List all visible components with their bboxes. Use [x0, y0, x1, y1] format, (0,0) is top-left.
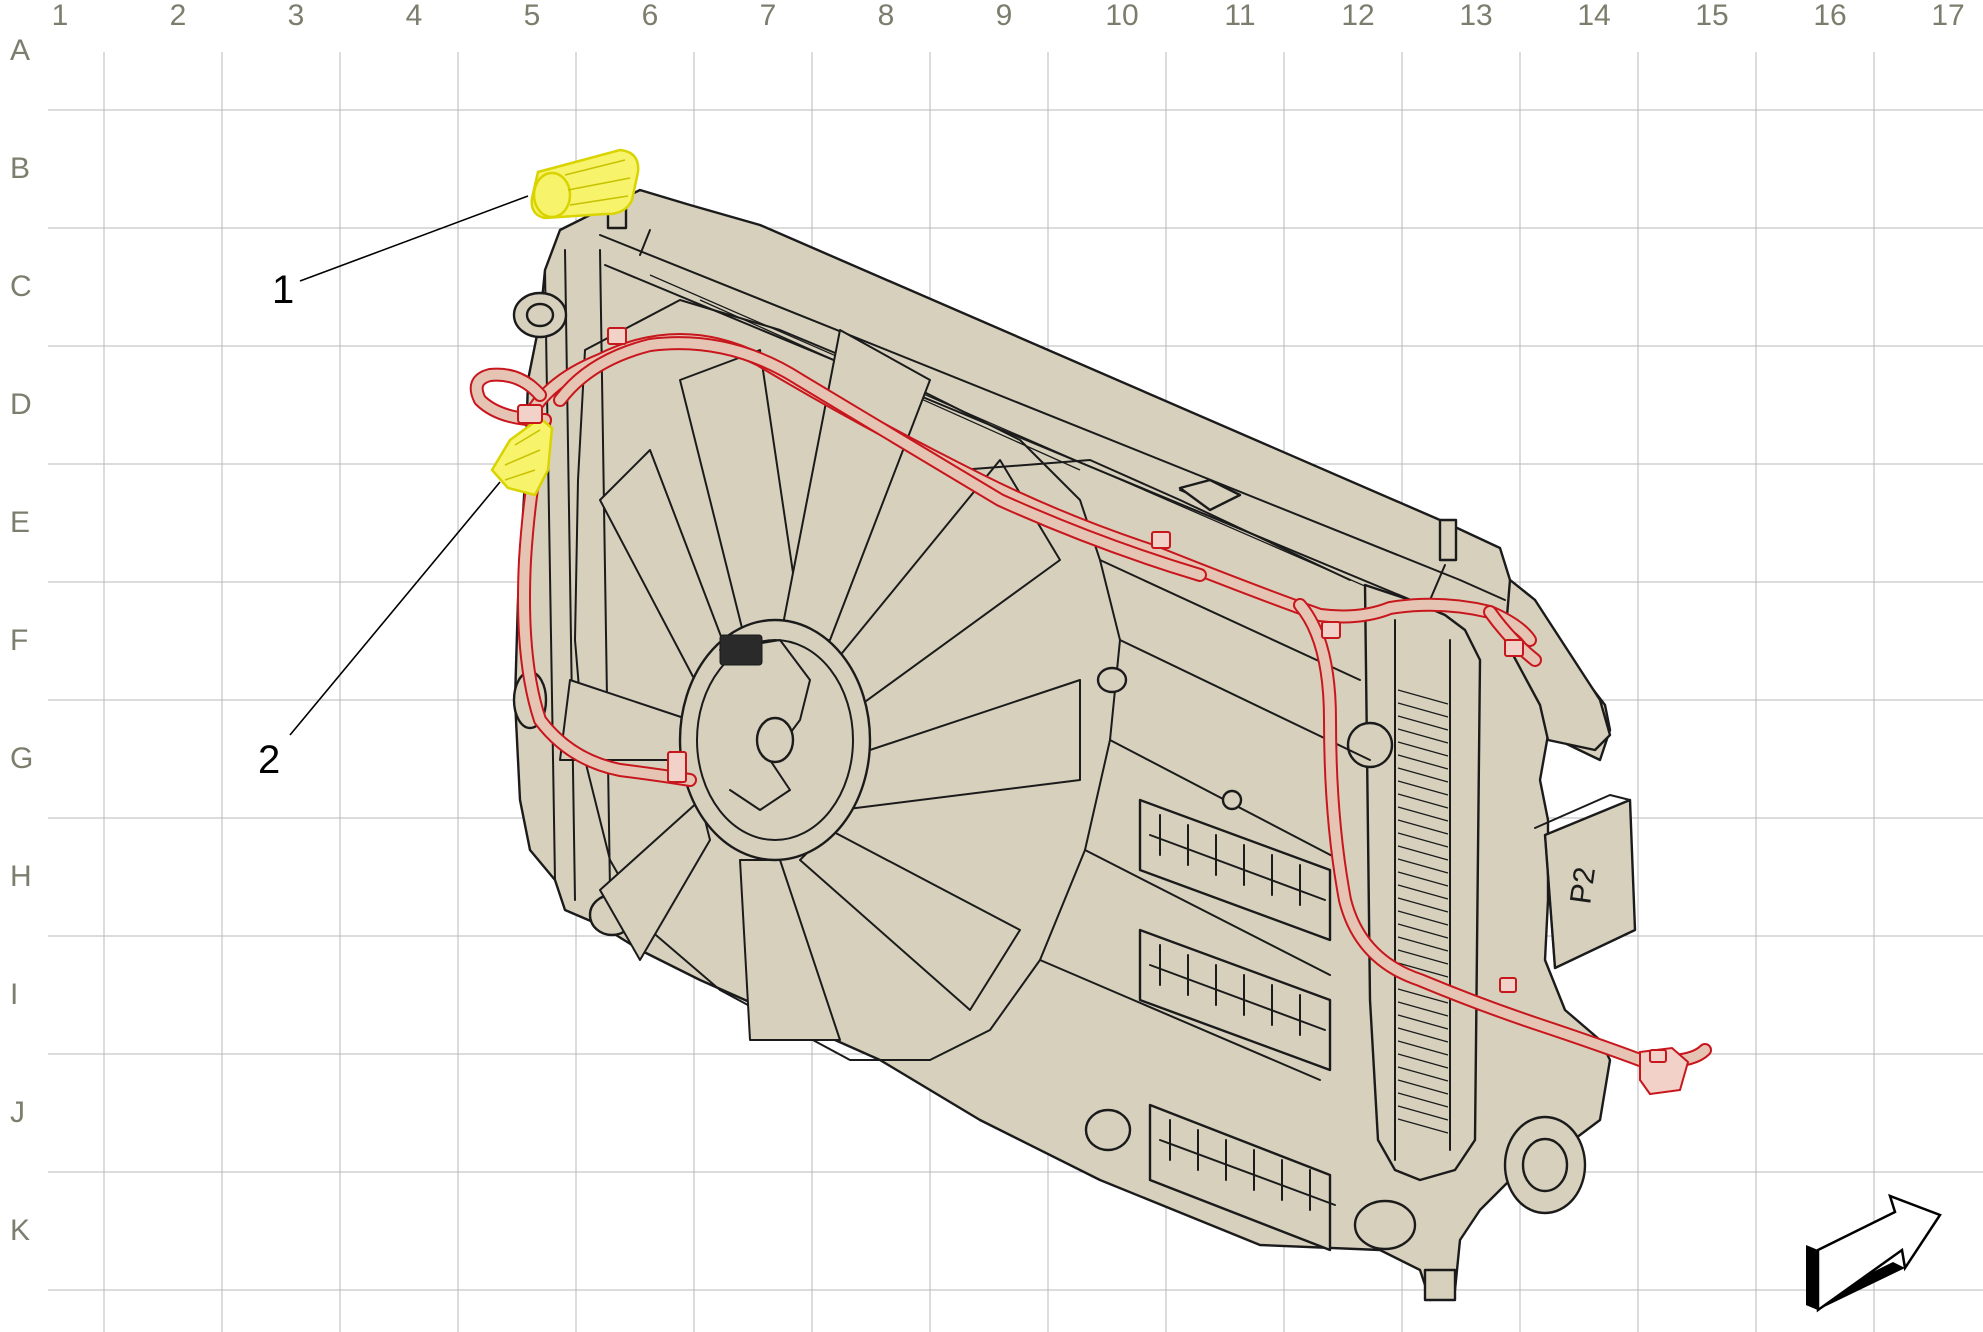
grid-column-label: 11	[1224, 0, 1255, 32]
harness-clip	[1151, 531, 1171, 549]
grid-column-label: 8	[878, 0, 895, 32]
grid-row-label: C	[10, 270, 32, 303]
grid-column-label: 7	[760, 0, 777, 32]
bottom-pin	[1423, 1268, 1457, 1302]
grid-column-labels: 1 2 3 4 5 6 7 8 9 10 11 12 13 14 15 16 17	[52, 0, 1965, 32]
grid-column-label: 9	[996, 0, 1013, 32]
grid-column-label: 6	[642, 0, 659, 32]
grid-column-label: 16	[1813, 0, 1846, 32]
grid-row-label: B	[10, 152, 30, 185]
grid-column-label: 15	[1695, 0, 1728, 32]
radiator-fan-harness-diagram: 1234567891011121314151617 ABCDEFGHIJKL P…	[10, 0, 1983, 1332]
grid-row-label: F	[10, 624, 28, 657]
grid-row-label: D	[10, 388, 32, 421]
harness-clip	[667, 751, 687, 783]
grid-row-labels: ABCDEFGHIJKL	[10, 34, 33, 1247]
harness-clip	[607, 327, 627, 345]
grid-row-label: H	[10, 860, 32, 893]
grid-row-label: K	[10, 1214, 30, 1247]
grid-column-label: 14	[1577, 0, 1610, 32]
grid-column-label: 2	[170, 0, 187, 32]
right-post	[1438, 518, 1458, 562]
grid-column-label: 13	[1459, 0, 1492, 32]
p2-module-label: P2	[1564, 865, 1602, 906]
callout-2-label: 2	[258, 738, 280, 782]
grid-column-label: 17	[1931, 0, 1964, 32]
view-direction-arrow	[1806, 1193, 1942, 1313]
component-1-connector	[530, 148, 640, 220]
callout-1-label: 1	[272, 268, 294, 312]
callout-2-leader	[289, 481, 501, 736]
grid-row-label: G	[10, 742, 33, 775]
grid-column-label: 12	[1341, 0, 1374, 32]
grid-column-label: 4	[406, 0, 423, 32]
lower-pipe	[1353, 1199, 1417, 1251]
callout-1-leader	[299, 195, 529, 282]
grid-row-label: I	[10, 978, 18, 1011]
grid-column-label: 5	[524, 0, 541, 32]
grid-row-label: J	[10, 1096, 25, 1129]
grid-row-label: A	[10, 34, 30, 67]
callout-2: 2	[258, 481, 501, 782]
harness-clip	[1499, 977, 1517, 993]
grid-column-label: 10	[1105, 0, 1138, 32]
component-2-lock	[517, 404, 543, 424]
harness-clip	[1504, 639, 1524, 657]
right-tank	[1363, 583, 1482, 1182]
callout-1: 1	[272, 195, 529, 312]
motor-connector	[719, 634, 763, 666]
grid-column-label: 1	[52, 0, 69, 32]
grid-column-label: 3	[288, 0, 305, 32]
harness-clip	[1321, 621, 1341, 639]
grid-row-label: E	[10, 506, 30, 539]
